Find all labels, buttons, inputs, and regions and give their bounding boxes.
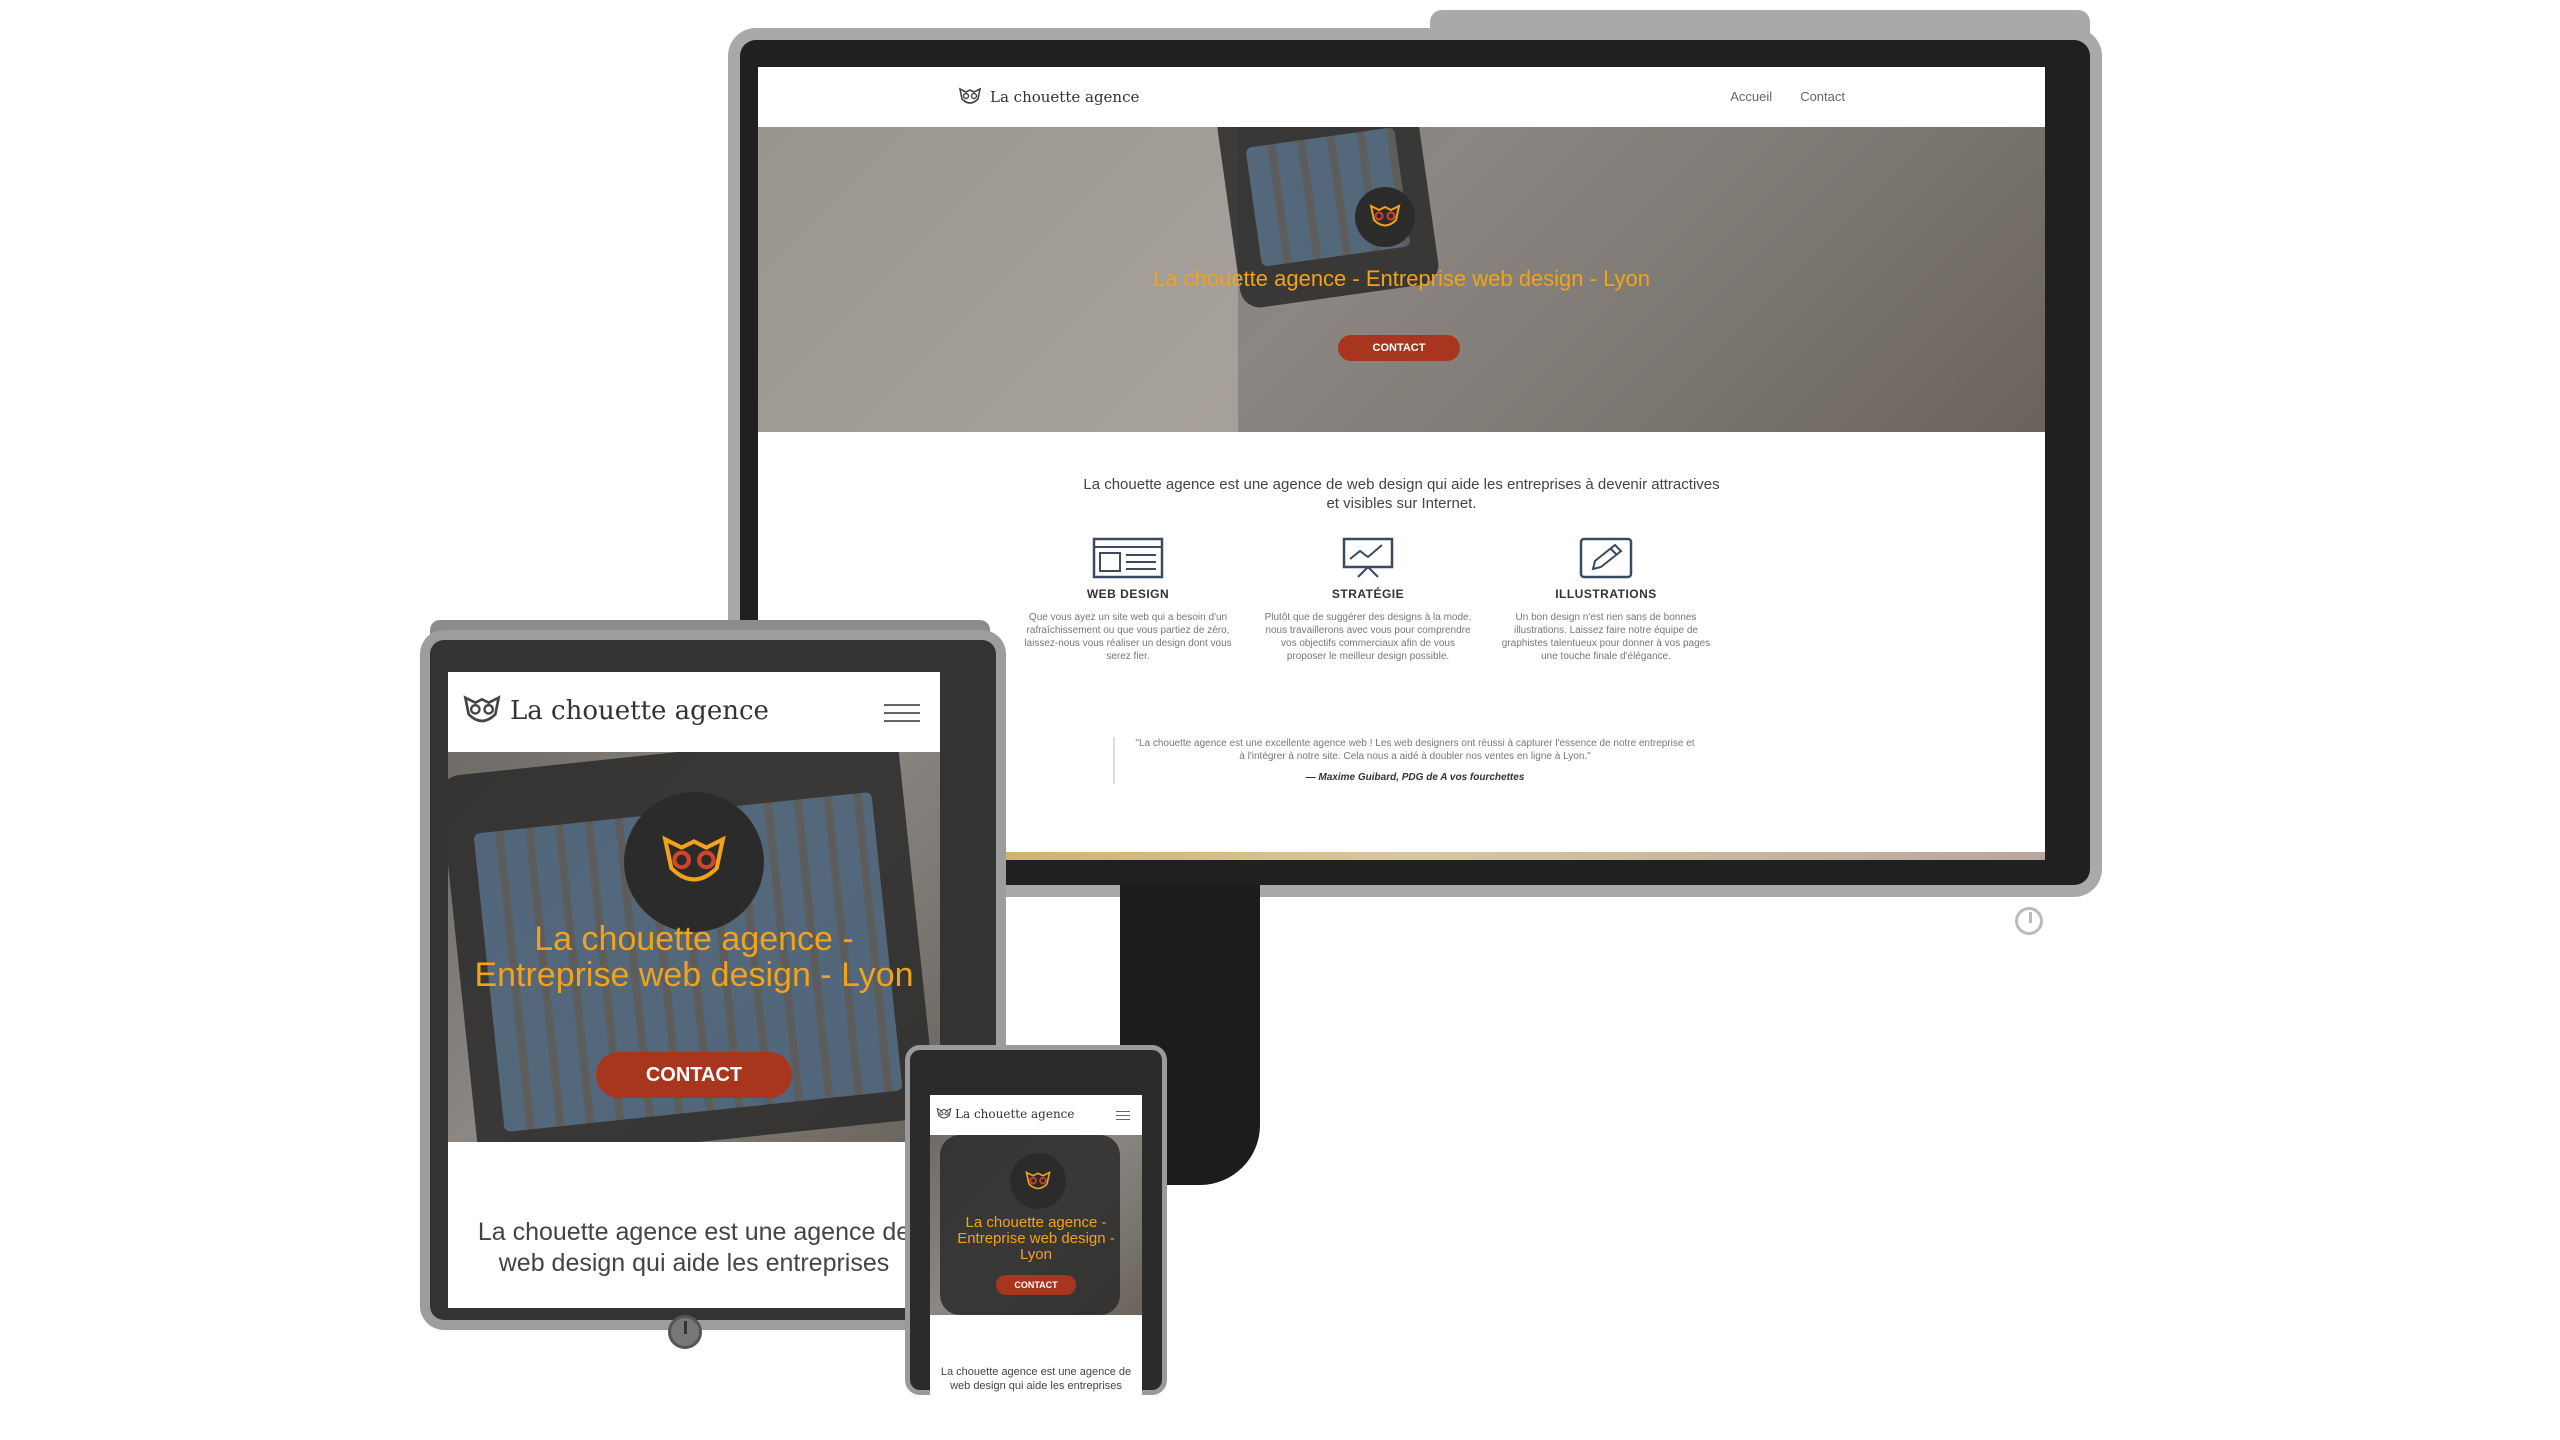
service-title: STRATÉGIE bbox=[1331, 587, 1405, 601]
service-web-design: WEB DESIGN Que vous ayez un site web qui… bbox=[1023, 537, 1233, 663]
service-text: Plutôt que de suggérer des designs à la … bbox=[1264, 612, 1472, 662]
tablet-hero: La chouette agence - Entreprise web desi… bbox=[448, 752, 940, 1142]
hero-owl-badge bbox=[1355, 187, 1415, 247]
strategy-chart-icon bbox=[1342, 537, 1394, 578]
owl-logo-icon bbox=[1025, 1170, 1051, 1189]
tablet-screen: La chouette agence La chouette agence - … bbox=[448, 672, 940, 1308]
owl-logo-icon bbox=[463, 695, 501, 723]
desktop-contact-button[interactable]: CONTACT bbox=[1338, 335, 1460, 361]
phone-hero: La chouette agence - Entreprise web desi… bbox=[930, 1135, 1142, 1315]
phone-brand[interactable]: La chouette agence bbox=[936, 1107, 1075, 1121]
tablet-contact-button[interactable]: CONTACT bbox=[596, 1052, 792, 1098]
monitor-power-icon bbox=[2015, 907, 2043, 935]
desktop-hero: La chouette agence - Entreprise web desi… bbox=[758, 127, 2045, 432]
desktop-navbar: La chouette agence Accueil Contact bbox=[758, 67, 2045, 127]
desktop-nav-links: Accueil Contact bbox=[1730, 89, 1845, 104]
service-text: Un bon design n'est rien sans de bonnes … bbox=[1501, 612, 1711, 662]
service-illustrations: ILLUSTRATIONS Un bon design n'est rien s… bbox=[1501, 537, 1711, 663]
testimonial-quote: "La chouette agence est une excellente a… bbox=[1135, 738, 1695, 762]
desktop-hero-title: La chouette agence - Entreprise web desi… bbox=[1153, 266, 1650, 291]
tablet-hero-title: La chouette agence - Entreprise web desi… bbox=[474, 920, 914, 994]
desktop-intro-text: La chouette agence est une agence de web… bbox=[1083, 476, 1720, 512]
web-design-icon bbox=[1092, 537, 1164, 579]
phone-navbar: La chouette agence bbox=[930, 1095, 1142, 1135]
tablet-brand[interactable]: La chouette agence bbox=[462, 694, 769, 728]
owl-logo-icon bbox=[1369, 204, 1401, 227]
phone-contact-button[interactable]: CONTACT bbox=[996, 1275, 1076, 1295]
hero-owl-badge bbox=[624, 792, 764, 932]
hamburger-menu-icon[interactable] bbox=[1116, 1111, 1130, 1120]
brand-name: La chouette agence bbox=[955, 1107, 1075, 1121]
owl-logo-icon bbox=[958, 87, 982, 104]
testimonial: "La chouette agence est une excellente a… bbox=[1113, 737, 1695, 784]
tablet-home-button-icon[interactable] bbox=[668, 1315, 702, 1349]
brand-name: La chouette agence bbox=[990, 88, 1140, 106]
service-text: Que vous ayez un site web qui a besoin d… bbox=[1024, 612, 1232, 662]
service-strategy: STRATÉGIE Plutôt que de suggérer des des… bbox=[1263, 537, 1473, 663]
service-title: WEB DESIGN bbox=[1086, 587, 1170, 601]
testimonial-author: — Maxime Guibard, PDG de A vos fourchett… bbox=[1305, 772, 1525, 783]
phone-hero-title: La chouette agence - Entreprise web desi… bbox=[957, 1214, 1115, 1263]
brand-name: La chouette agence bbox=[510, 696, 769, 726]
tablet-navbar: La chouette agence bbox=[448, 672, 940, 752]
phone-screen: La chouette agence La chouette agence - … bbox=[930, 1095, 1142, 1405]
nav-link-accueil[interactable]: Accueil bbox=[1730, 89, 1772, 104]
nav-link-contact[interactable]: Contact bbox=[1800, 89, 1845, 104]
tablet-intro-text: La chouette agence est une agence de web… bbox=[477, 1218, 911, 1277]
pencil-icon bbox=[1579, 537, 1633, 579]
owl-logo-icon bbox=[936, 1107, 952, 1119]
hero-owl-badge bbox=[1010, 1153, 1066, 1209]
hamburger-menu-icon[interactable] bbox=[884, 704, 920, 722]
phone-intro-text: La chouette agence est une agence de web… bbox=[940, 1366, 1132, 1392]
service-title: ILLUSTRATIONS bbox=[1555, 587, 1657, 601]
desktop-brand[interactable]: La chouette agence bbox=[958, 87, 1139, 107]
owl-logo-icon bbox=[662, 835, 726, 882]
